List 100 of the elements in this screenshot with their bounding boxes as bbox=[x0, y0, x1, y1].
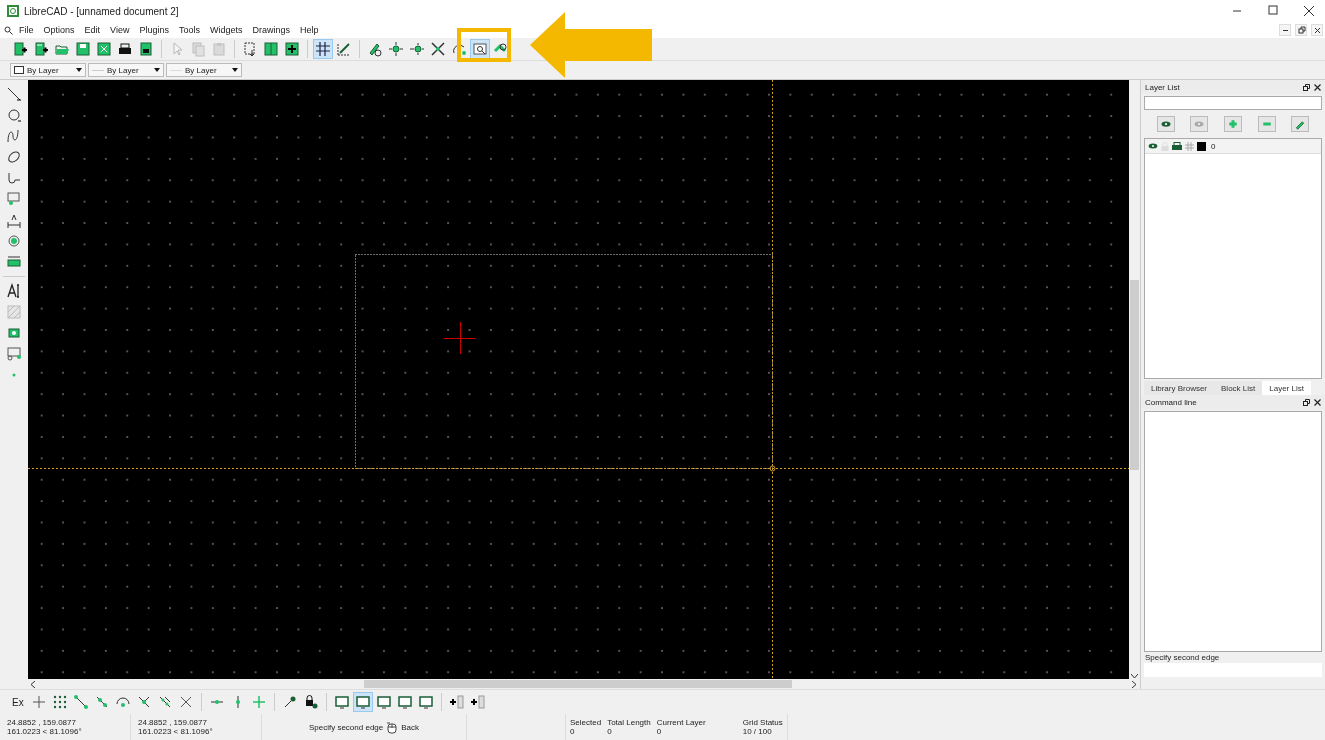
float-icon[interactable] bbox=[1303, 398, 1310, 406]
layer-filter-field[interactable] bbox=[1144, 96, 1322, 110]
block-tool-button[interactable] bbox=[4, 344, 24, 364]
crosshair-icon bbox=[30, 694, 47, 710]
clipboard-icon bbox=[211, 41, 227, 57]
monitor-icon bbox=[333, 694, 350, 710]
pen-color-dropdown[interactable]: By Layer bbox=[10, 63, 86, 77]
status-label: Grid Status bbox=[742, 718, 783, 727]
dropdown-value: By Layer bbox=[27, 65, 60, 75]
eye-icon bbox=[1193, 118, 1206, 130]
dock-title: Layer List bbox=[1145, 82, 1181, 92]
coordinate-text: 24.8852 , 159.0877 bbox=[7, 718, 77, 727]
app-logo-icon bbox=[6, 5, 20, 17]
monitor-icon bbox=[417, 694, 434, 710]
menu-item[interactable]: Plugins bbox=[135, 25, 173, 35]
close-icon[interactable] bbox=[1314, 83, 1321, 91]
coordinate-text: 24.8852 , 159.0877 bbox=[138, 718, 208, 727]
plus-icon bbox=[1227, 118, 1239, 130]
dropdown-caret-icon bbox=[232, 68, 238, 72]
hatch-icon bbox=[6, 304, 22, 320]
zoom-window-button[interactable] bbox=[470, 39, 490, 59]
crosshair-cursor bbox=[443, 321, 477, 355]
menu-item[interactable]: View bbox=[106, 25, 134, 35]
origin-marker bbox=[769, 465, 776, 472]
dropdown-value: By Layer bbox=[107, 65, 140, 75]
magnifier-icon bbox=[4, 25, 13, 35]
coordinate-text: 161.0223 < 81.1096° bbox=[138, 727, 214, 736]
minimize-icon bbox=[1281, 28, 1289, 32]
dropdown-caret-icon bbox=[76, 68, 82, 72]
dock-tab[interactable]: Layer List bbox=[1262, 381, 1311, 395]
close-icon bbox=[1303, 5, 1315, 17]
highlight-frame bbox=[457, 28, 511, 62]
orthogonal-restrict-icon bbox=[250, 694, 267, 710]
new-document-icon bbox=[12, 41, 28, 57]
pencil-button[interactable] bbox=[1291, 116, 1310, 132]
layer-name: 0 bbox=[1211, 141, 1216, 151]
menu-item[interactable]: Edit bbox=[80, 25, 105, 35]
menu-item[interactable]: File bbox=[15, 25, 38, 35]
menu-item[interactable]: Widgets bbox=[205, 25, 247, 35]
eye-button[interactable] bbox=[1156, 116, 1175, 132]
float-icon[interactable] bbox=[1303, 83, 1310, 91]
grid-icon bbox=[315, 41, 331, 57]
menu-item[interactable]: Help bbox=[296, 25, 323, 35]
dashed-rectangle-icon bbox=[242, 41, 258, 57]
dock-tab[interactable]: Library Browser bbox=[1144, 381, 1214, 395]
window-title: LibreCAD - [unnamed document 2] bbox=[24, 5, 180, 17]
dot-grid-icon bbox=[51, 694, 68, 710]
pen-width-dropdown[interactable]: By Layer bbox=[88, 63, 164, 77]
printer-icon bbox=[117, 41, 133, 57]
zoom-window-icon bbox=[472, 41, 488, 57]
copy-icon bbox=[190, 41, 206, 57]
dock-tab[interactable]: Block List bbox=[1214, 381, 1263, 395]
new-from-template-icon bbox=[33, 41, 49, 57]
menu-item[interactable]: Tools bbox=[174, 25, 204, 35]
mouse-right-hint: Back bbox=[401, 722, 420, 732]
floppy-disk-button[interactable] bbox=[94, 39, 114, 59]
line-icon bbox=[6, 86, 22, 102]
vertical-restrict-icon bbox=[234, 694, 241, 710]
floppy-disk-button[interactable] bbox=[73, 39, 93, 59]
ellipse-icon bbox=[6, 149, 22, 165]
monitor-icon bbox=[375, 694, 392, 710]
dropdown-value: By Layer bbox=[185, 65, 218, 75]
status-label: Selected bbox=[570, 718, 602, 727]
command-history-text: Specify second edge bbox=[1144, 652, 1221, 663]
mdi-minimize-button[interactable] bbox=[1279, 24, 1291, 36]
mdi-close-button[interactable] bbox=[1311, 24, 1323, 36]
block-icon bbox=[6, 346, 22, 362]
coordinate-text: 161.0223 < 81.1096° bbox=[7, 727, 83, 736]
center-snap-icon bbox=[114, 694, 131, 710]
pencil-icon bbox=[1294, 118, 1307, 130]
pen-type-dropdown[interactable]: By Layer bbox=[166, 63, 242, 77]
circle-icon bbox=[6, 107, 22, 123]
monitor-icon bbox=[396, 694, 413, 710]
maximize-icon bbox=[1267, 5, 1279, 17]
mdi-restore-button[interactable] bbox=[1295, 24, 1307, 36]
menu-item[interactable]: Options bbox=[39, 25, 79, 35]
printer-icon[interactable] bbox=[1172, 141, 1182, 151]
polyline-icon bbox=[6, 170, 22, 186]
eye-icon[interactable] bbox=[1148, 142, 1158, 150]
dropdown-caret-icon bbox=[154, 68, 160, 72]
layer-color-swatch[interactable] bbox=[1197, 141, 1206, 151]
mouse-icon bbox=[387, 720, 398, 734]
layer-row[interactable]: 0 bbox=[1145, 139, 1321, 154]
dimension-icon bbox=[6, 212, 22, 228]
grid-button[interactable] bbox=[313, 39, 333, 59]
status-label: Current Layer bbox=[656, 718, 707, 727]
close-icon bbox=[1312, 25, 1322, 35]
close-icon[interactable] bbox=[1314, 398, 1321, 406]
status-value: 0 bbox=[570, 727, 576, 736]
plus-square-icon bbox=[284, 41, 300, 57]
status-value: 10 / 100 bbox=[742, 727, 773, 736]
status-value: 0 bbox=[607, 727, 613, 736]
text-icon bbox=[6, 283, 22, 299]
monitor-button[interactable] bbox=[352, 692, 373, 712]
plus-square-button[interactable] bbox=[282, 39, 302, 59]
pencil-icon bbox=[367, 41, 383, 57]
restore-icon bbox=[1296, 25, 1306, 35]
scroll-left-icon bbox=[31, 680, 36, 688]
menu-item[interactable]: Drawings bbox=[248, 25, 294, 35]
eye-icon bbox=[1159, 118, 1172, 130]
